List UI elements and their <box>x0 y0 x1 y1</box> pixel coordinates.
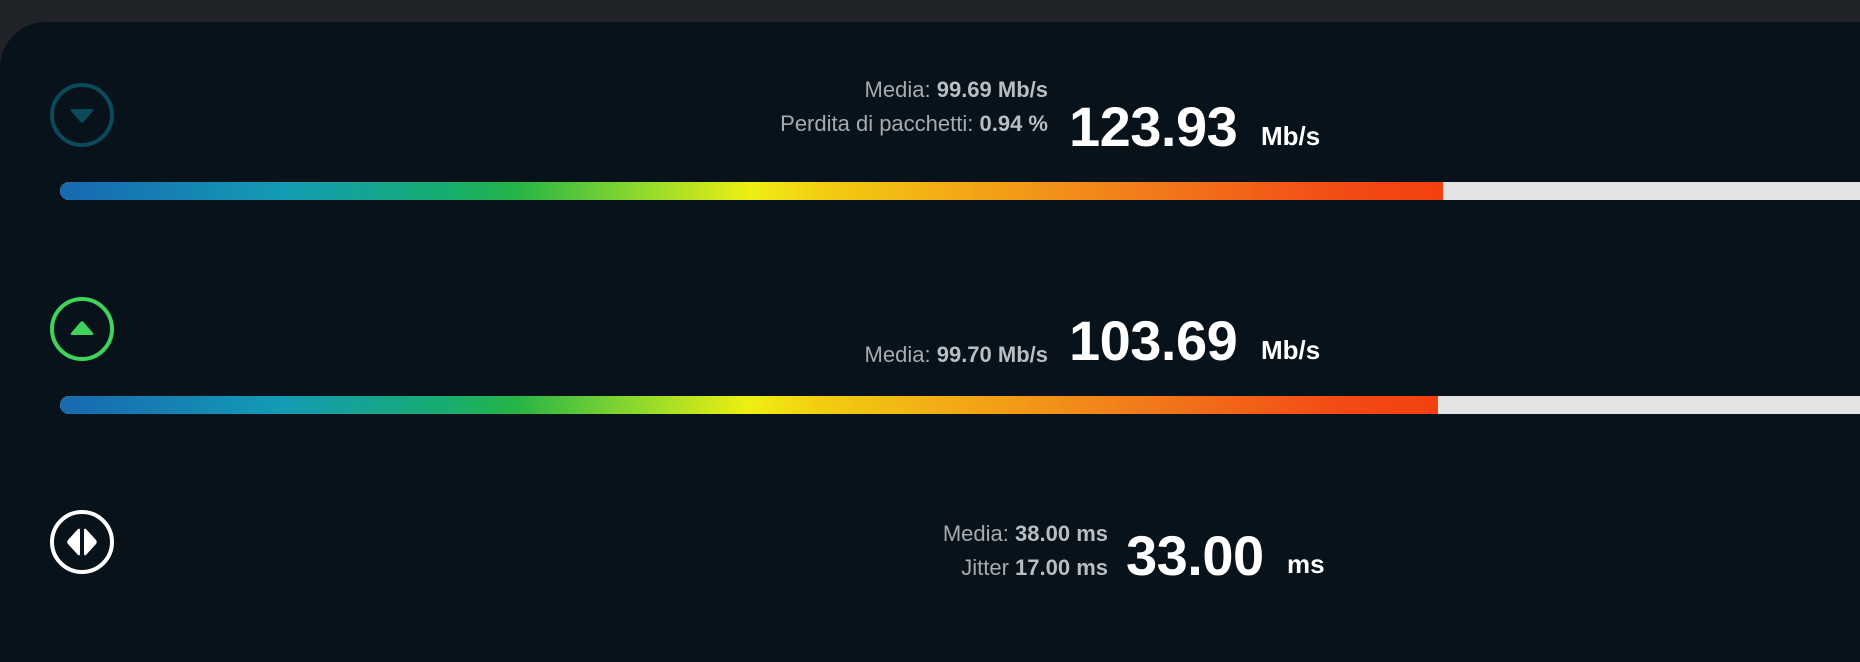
upload-average-value: 99.70 Mb/s <box>936 342 1048 367</box>
download-average-label: Media: <box>864 77 931 102</box>
upload-speed-value: 103.69 <box>1069 309 1238 372</box>
upload-average-label: Media: <box>864 342 931 367</box>
arrow-down-circle-icon <box>50 83 114 147</box>
download-packet-loss-value: 0.94 % <box>979 111 1049 136</box>
ping-circle-icon <box>50 510 114 574</box>
download-progress-fill <box>60 182 1444 200</box>
ping-value: 33.00 <box>1126 524 1264 587</box>
arrow-up-glyph <box>70 321 94 335</box>
ping-jitter: Jitter 17.00 ms <box>943 551 1108 585</box>
upload-progress-bar <box>60 396 1860 414</box>
ping-average-label: Media: <box>942 521 1009 546</box>
ping-average-value: 38.00 ms <box>1015 521 1108 546</box>
ping-glyph <box>67 528 97 556</box>
upload-progress-fill <box>60 396 1438 414</box>
ping-jitter-value: 17.00 ms <box>1015 555 1108 580</box>
speedtest-results-panel: Media: 99.69 Mb/s Perdita di pacchetti: … <box>0 22 1860 662</box>
arrow-up-circle-icon <box>50 297 114 361</box>
download-packet-loss: Perdita di pacchetti: 0.94 % <box>780 107 1048 141</box>
download-average-value: 99.69 Mb/s <box>936 77 1048 102</box>
ping-jitter-label: Jitter <box>961 555 1009 580</box>
download-speed-value: 123.93 <box>1069 95 1238 158</box>
upload-average: Media: 99.70 Mb/s <box>865 338 1048 372</box>
upload-speed-unit: Mb/s <box>1261 335 1321 365</box>
download-packet-loss-label: Perdita di pacchetti: <box>780 111 974 136</box>
upload-stats: Media: 99.70 Mb/s <box>865 338 1048 372</box>
download-average: Media: 99.69 Mb/s <box>780 73 1048 107</box>
ping-unit: ms <box>1287 549 1325 579</box>
ping-average: Media: 38.00 ms <box>943 517 1108 551</box>
download-stats: Media: 99.69 Mb/s Perdita di pacchetti: … <box>780 73 1048 141</box>
download-progress-bar <box>60 182 1860 200</box>
ping-stats: Media: 38.00 ms Jitter 17.00 ms <box>943 517 1108 585</box>
arrow-down-glyph <box>70 109 94 123</box>
download-speed-unit: Mb/s <box>1261 121 1321 151</box>
